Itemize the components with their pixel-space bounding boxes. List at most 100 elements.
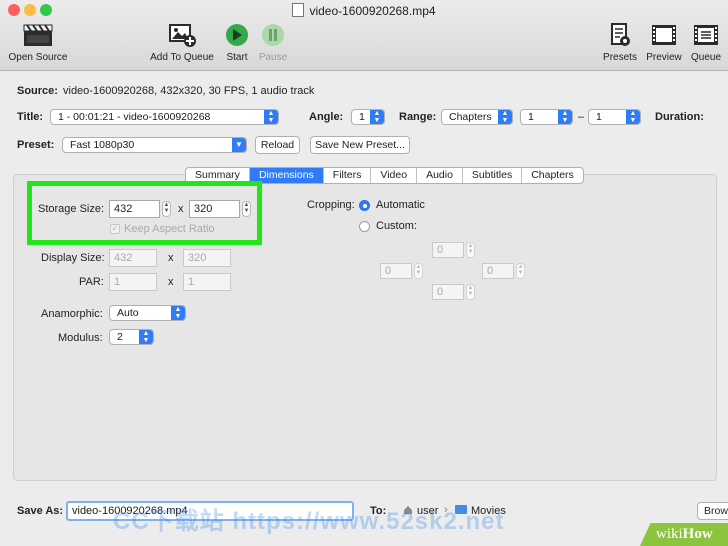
range-end-select[interactable]: 1 ▲ ▼ (588, 109, 641, 125)
document-icon (292, 3, 305, 17)
cropping-label: Cropping: (307, 199, 355, 211)
storage-height-stepper[interactable]: ▲ ▼ (242, 201, 251, 217)
crop-bottom-field: 0 (432, 284, 464, 300)
add-to-queue-label: Add To Queue (150, 52, 214, 63)
display-height-field: 320 (183, 249, 231, 267)
crop-automatic-radio[interactable] (359, 200, 370, 211)
tab-audio[interactable]: Audio (417, 168, 463, 183)
modulus-label: Modulus: (58, 332, 103, 344)
site-watermark: CC下载站 https://www.52sk2.net (113, 508, 505, 535)
open-source-label: Open Source (8, 52, 68, 63)
keep-aspect-checkbox[interactable]: ✓ (110, 224, 120, 234)
tab-video[interactable]: Video (371, 168, 418, 183)
browse-button[interactable]: Brow (697, 502, 728, 520)
range-dash: – (578, 111, 585, 123)
queue-filmstrip-icon (688, 22, 724, 48)
par-x: x (168, 276, 174, 288)
reload-button[interactable]: Reload (255, 136, 300, 154)
crop-bottom-stepper: ▲ ▼ (466, 284, 475, 300)
wikihow-wiki-text: wiki (656, 526, 683, 542)
angle-label: Angle: (309, 111, 344, 123)
film-clapper-icon (4, 22, 72, 48)
add-photo-icon (146, 22, 218, 48)
select-arrows-icon: ▲ ▼ (626, 110, 640, 124)
select-arrows-icon: ▲ ▼ (370, 110, 384, 124)
tab-subtitles[interactable]: Subtitles (463, 168, 523, 183)
anamorphic-value: Auto (117, 307, 139, 319)
crop-right-stepper: ▲ ▼ (516, 263, 525, 279)
window-title: video-1600920268.mp4 (0, 3, 728, 18)
open-source-button[interactable]: Open Source (4, 22, 72, 63)
queue-button[interactable]: Queue (688, 22, 724, 63)
select-arrows-icon: ▲ ▼ (264, 110, 278, 124)
crop-top-stepper: ▲ ▼ (466, 242, 475, 258)
crop-custom-radio[interactable] (359, 221, 370, 232)
add-to-queue-button[interactable]: Add To Queue (146, 22, 218, 63)
modulus-select[interactable]: 2 ▲ ▼ (109, 329, 154, 345)
wikihow-badge: wikiHow (640, 523, 728, 546)
storage-width-field[interactable]: 432 (109, 200, 160, 218)
tab-filters[interactable]: Filters (324, 168, 372, 183)
select-arrows-icon: ▲ ▼ (558, 110, 572, 124)
window-title-text: video-1600920268.mp4 (309, 4, 436, 18)
angle-select[interactable]: 1 ▲ ▼ (351, 109, 385, 125)
storage-height-field[interactable]: 320 (189, 200, 240, 218)
preview-label: Preview (646, 52, 682, 63)
pause-button[interactable]: Pause (256, 22, 290, 63)
title-select[interactable]: 1 - 00:01:21 - video-1600920268 ▲ ▼ (50, 109, 279, 125)
source-label: Source: (17, 85, 58, 97)
crop-custom-label: Custom: (376, 220, 417, 232)
par-width-field: 1 (109, 273, 157, 291)
presets-button[interactable]: Presets (600, 22, 640, 63)
par-height-field: 1 (183, 273, 231, 291)
save-as-label: Save As: (17, 505, 64, 517)
preset-select-value: Fast 1080p30 (70, 139, 135, 151)
duration-label: Duration: (655, 111, 704, 123)
select-arrows-icon: ▲ ▼ (498, 110, 512, 124)
title-label: Title: (17, 111, 44, 123)
preset-label: Preset: (17, 139, 55, 151)
display-size-label: Display Size: (41, 252, 105, 264)
keep-aspect-label: Keep Aspect Ratio (124, 223, 215, 235)
select-arrows-icon: ▲ ▼ (171, 306, 185, 320)
pause-icon (262, 24, 284, 46)
radio-dot-icon (362, 203, 367, 208)
crop-automatic-label: Automatic (376, 199, 425, 211)
crop-right-field: 0 (482, 263, 514, 279)
presets-gear-icon (600, 22, 640, 48)
range-type-select[interactable]: Chapters ▲ ▼ (441, 109, 513, 125)
range-start-value: 1 (528, 111, 534, 123)
select-arrows-icon: ▲ ▼ (139, 330, 153, 344)
wikihow-how-text: How (682, 526, 713, 542)
title-select-value: 1 - 00:01:21 - video-1600920268 (58, 111, 211, 123)
anamorphic-label: Anamorphic: (41, 308, 103, 320)
modulus-value: 2 (117, 331, 123, 343)
storage-size-label: Storage Size: (38, 203, 105, 215)
crop-top-field: 0 (432, 242, 464, 258)
display-x: x (168, 252, 174, 264)
crop-left-field: 0 (380, 263, 412, 279)
start-button[interactable]: Start (222, 22, 252, 63)
storage-width-stepper[interactable]: ▲ ▼ (162, 201, 171, 217)
anamorphic-select[interactable]: Auto ▲ ▼ (109, 305, 186, 321)
tab-chapters[interactable]: Chapters (522, 168, 583, 183)
preview-button[interactable]: Preview (643, 22, 685, 63)
range-start-select[interactable]: 1 ▲ ▼ (520, 109, 573, 125)
save-new-preset-button[interactable]: Save New Preset... (310, 136, 410, 154)
chevron-down-icon: ▼ (232, 138, 246, 152)
crop-left-stepper: ▲ ▼ (414, 263, 423, 279)
source-info: video-1600920268, 432x320, 30 FPS, 1 aud… (63, 85, 315, 97)
pause-label: Pause (258, 52, 288, 63)
storage-x: x (178, 203, 184, 215)
filmstrip-icon (643, 22, 685, 48)
preset-select[interactable]: Fast 1080p30 ▼ (62, 137, 247, 153)
presets-label: Presets (603, 52, 637, 63)
angle-select-value: 1 (359, 111, 365, 123)
display-width-field: 432 (109, 249, 157, 267)
play-icon (226, 24, 248, 46)
range-label: Range: (399, 111, 437, 123)
range-end-value: 1 (596, 111, 602, 123)
range-type-value: Chapters (449, 111, 492, 123)
start-label: Start (226, 52, 248, 63)
par-label: PAR: (79, 276, 104, 288)
